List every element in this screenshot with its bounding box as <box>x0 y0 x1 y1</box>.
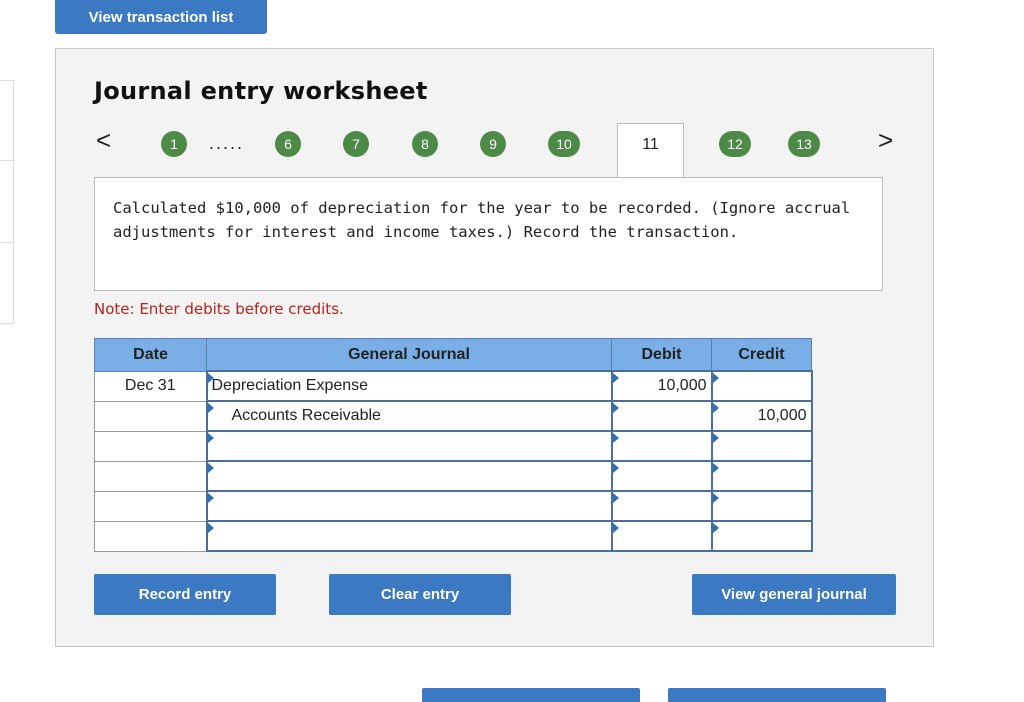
step-8[interactable]: 8 <box>412 131 438 157</box>
step-1[interactable]: 1 <box>161 131 187 157</box>
table-row: Accounts Receivable 10,000 <box>94 400 813 432</box>
worksheet-panel: Journal entry worksheet < 1 ..... 6 7 8 … <box>55 48 934 647</box>
entry-note: Note: Enter debits before credits. <box>94 300 344 318</box>
debit-input[interactable]: 10,000 <box>610 370 713 402</box>
table-row <box>94 460 813 492</box>
next-arrow-icon[interactable]: > <box>878 127 893 153</box>
step-7[interactable]: 7 <box>343 131 369 157</box>
account-input[interactable] <box>205 520 613 552</box>
date-cell: Dec 31 <box>94 370 207 402</box>
table-row <box>94 520 813 552</box>
view-general-journal-button[interactable]: View general journal <box>692 574 896 615</box>
account-value: Accounts Receivable <box>231 407 381 424</box>
step-9[interactable]: 9 <box>480 131 506 157</box>
debit-header: Debit <box>611 338 712 372</box>
account-input[interactable] <box>205 490 613 522</box>
journal-table: Date General Journal Debit Credit Dec 31… <box>94 338 813 552</box>
account-input[interactable]: Depreciation Expense <box>205 370 613 402</box>
credit-input[interactable] <box>710 460 813 492</box>
steps-ellipsis: ..... <box>209 133 245 153</box>
general-journal-header: General Journal <box>206 338 612 372</box>
view-transaction-list-button[interactable]: View transaction list <box>55 0 267 34</box>
table-row: Dec 31 Depreciation Expense 10,000 <box>94 370 813 402</box>
credit-header: Credit <box>711 338 812 372</box>
table-row <box>94 430 813 462</box>
debit-input[interactable] <box>610 460 713 492</box>
step-6[interactable]: 6 <box>275 131 301 157</box>
step-12[interactable]: 12 <box>719 131 751 157</box>
prev-arrow-icon[interactable]: < <box>96 127 111 153</box>
clear-entry-button[interactable]: Clear entry <box>329 574 511 615</box>
debit-value: 10,000 <box>657 377 707 394</box>
step-10[interactable]: 10 <box>548 131 580 157</box>
date-cell <box>94 520 207 552</box>
date-cell <box>94 430 207 462</box>
credit-input[interactable] <box>710 490 813 522</box>
record-entry-button[interactable]: Record entry <box>94 574 276 615</box>
credit-input[interactable]: 10,000 <box>710 400 813 432</box>
credit-value: 10,000 <box>757 407 807 424</box>
date-header: Date <box>94 338 207 372</box>
date-cell <box>94 490 207 522</box>
transaction-description: Calculated $10,000 of depreciation for t… <box>94 177 883 291</box>
date-cell <box>94 460 207 492</box>
debit-input[interactable] <box>610 430 713 462</box>
side-tab[interactable] <box>0 242 14 324</box>
credit-input[interactable] <box>710 370 813 402</box>
credit-input[interactable] <box>710 520 813 552</box>
date-cell <box>94 400 207 432</box>
table-row <box>94 490 813 522</box>
step-11-label: 11 <box>642 136 659 153</box>
account-input[interactable]: Accounts Receivable <box>205 400 613 432</box>
side-tab[interactable] <box>0 80 14 162</box>
worksheet-title: Journal entry worksheet <box>94 77 428 105</box>
side-tab[interactable] <box>0 160 14 244</box>
debit-input[interactable] <box>610 520 713 552</box>
debit-input[interactable] <box>610 490 713 522</box>
debit-input[interactable] <box>610 400 713 432</box>
step-11-current-tab[interactable]: 11 <box>617 123 684 179</box>
credit-input[interactable] <box>710 430 813 462</box>
account-input[interactable] <box>205 430 613 462</box>
account-value: Depreciation Expense <box>211 377 369 394</box>
account-input[interactable] <box>205 460 613 492</box>
step-13[interactable]: 13 <box>788 131 820 157</box>
